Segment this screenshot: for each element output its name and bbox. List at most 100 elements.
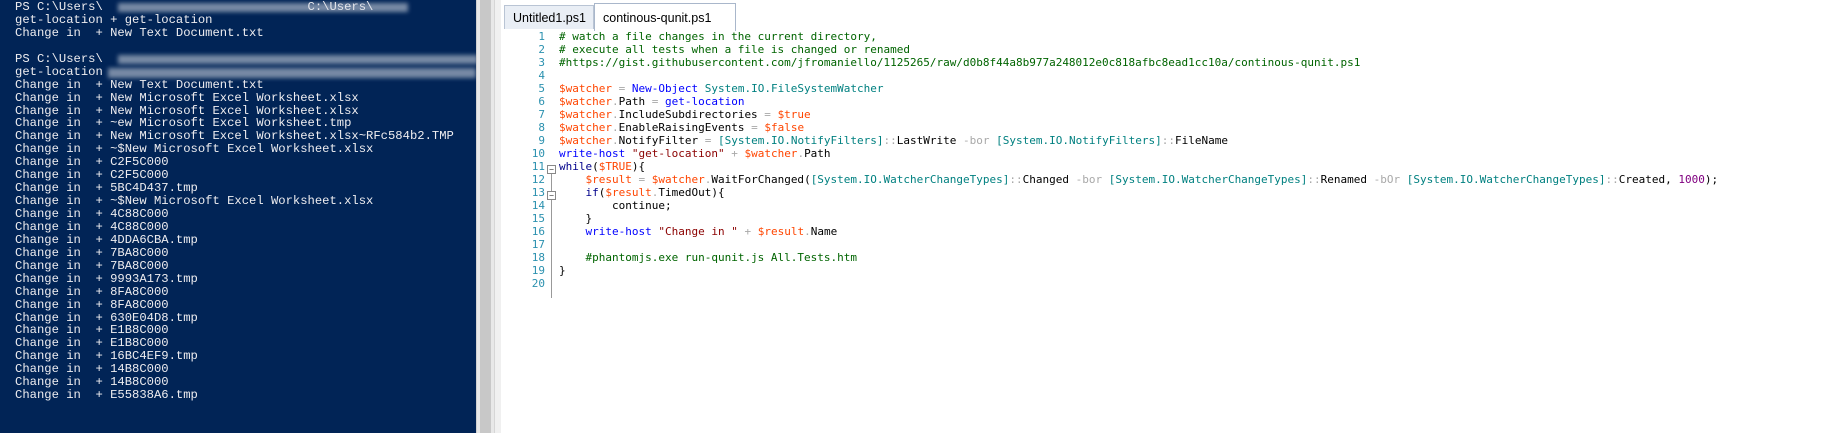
console-line: get-location + get-location	[15, 12, 213, 27]
tab-untitled1[interactable]: Untitled1.ps1	[504, 5, 594, 29]
code-token: -bor	[956, 134, 997, 147]
console-line: Change in + 8FA8C000	[15, 284, 169, 299]
code-token: [System.IO.NotifyFilters]	[996, 134, 1162, 147]
line-number: 5	[538, 82, 545, 95]
code-line: }	[559, 264, 1718, 277]
code-line: # watch a file changes in the current di…	[559, 30, 1718, 43]
code-line: # execute all tests when a file is chang…	[559, 43, 1718, 56]
code-token: -bOr	[1367, 173, 1407, 186]
powershell-console[interactable]: PS C:\Users\ C:\Users\get-location + get…	[0, 0, 476, 433]
line-number: 6	[538, 95, 545, 108]
tab-bar: Untitled1.ps1 continous-qunit.ps1✕	[501, 0, 1829, 54]
code-token: -bor	[1068, 173, 1109, 186]
code-token: Created	[1618, 173, 1666, 186]
code-token: $watcher	[559, 108, 612, 121]
code-line: if($result.TimedOut){	[559, 186, 1718, 199]
code-token: while	[559, 160, 593, 173]
script-editor: Untitled1.ps1 continous-qunit.ps1✕ 12345…	[501, 0, 1829, 433]
code-token: System.IO.FileSystemWatcher	[704, 82, 884, 95]
code-line: $watcher.NotifyFilter = [System.IO.Notif…	[559, 134, 1718, 147]
code-token: ::	[1161, 134, 1175, 147]
code-token: "get-location"	[631, 147, 725, 160]
code-line: $watcher.IncludeSubdirectories = $true	[559, 108, 1718, 121]
code-token: ::	[1009, 173, 1023, 186]
line-number: 8	[538, 121, 545, 134]
code-token: +	[724, 147, 745, 160]
minus-icon[interactable]: −	[547, 165, 556, 174]
code-area[interactable]: 1 2 3 4 5 6 7 8 9 10 11 12 13 14 15 16 17 18 19 20 − − # wa…	[501, 30, 1829, 433]
line-number: 17	[531, 238, 545, 251]
code-token: TimedOut	[658, 186, 712, 199]
code-token: [System.IO.WatcherChangeTypes]	[810, 173, 1010, 186]
code-token: New-Object	[631, 82, 699, 95]
line-number: 9	[538, 134, 545, 147]
line-number: 14	[531, 199, 545, 212]
code-line: continue;	[559, 199, 1718, 212]
line-numbers: 1 2 3 4 5 6 7 8 9 10 11 12 13 14 15 16 17 18 19 20	[515, 30, 545, 290]
code-token: $false	[764, 121, 805, 134]
line-number: 16	[531, 225, 545, 238]
line-number: 7	[538, 108, 545, 121]
code-token: (	[592, 160, 599, 173]
code-line: write-host "get-location" + $watcher.Pat…	[559, 147, 1718, 160]
code-line: $watcher.EnableRaisingEvents = $false	[559, 121, 1718, 134]
code-text[interactable]: # watch a file changes in the current di…	[559, 30, 1718, 290]
code-line: $watcher = New-Object System.IO.FileSyst…	[559, 82, 1718, 95]
code-token: [System.IO.WatcherChangeTypes]	[1108, 173, 1308, 186]
code-token: [System.IO.NotifyFilters]	[717, 134, 884, 147]
line-number: 10	[531, 147, 545, 160]
console-line: Change in + 4C88C000	[15, 219, 169, 234]
code-token: if	[585, 186, 599, 199]
line-number: 13	[531, 186, 545, 199]
code-token: (	[804, 173, 811, 186]
console-line: Change in + E55838A6.tmp	[15, 388, 198, 403]
code-token: ::	[883, 134, 897, 147]
code-token: LastWrite	[896, 134, 957, 147]
console-line: Change in + New Text Document.txt	[15, 25, 264, 40]
code-line: #https://gist.githubusercontent.com/jfro…	[559, 56, 1718, 69]
line-number: 18	[531, 251, 545, 264]
code-token: $result	[605, 186, 652, 199]
code-token: [System.IO.WatcherChangeTypes]	[1406, 173, 1606, 186]
console-scrollbar-thumb[interactable]	[480, 0, 491, 433]
redacted-path	[118, 3, 408, 12]
code-token: $result	[757, 225, 805, 238]
code-token: #https://gist.githubusercontent.com/jfro…	[559, 56, 1361, 69]
code-token: =	[645, 95, 665, 108]
line-number: 12	[531, 173, 545, 186]
code-token: continue	[611, 199, 665, 212]
code-token: =	[698, 134, 718, 147]
code-token: NotifyFilter	[618, 134, 699, 147]
code-token: $TRUE	[598, 160, 632, 173]
code-token: # watch a file changes in the current di…	[559, 30, 877, 43]
code-token: #phantomjs.exe run-qunit.js All.Tests.ht…	[585, 251, 858, 264]
console-line: Change in + New Microsoft Excel Workshee…	[15, 90, 359, 105]
code-token: $true	[777, 108, 811, 121]
console-line: Change in + 7BA8C000	[15, 245, 169, 260]
minus-icon[interactable]: −	[547, 191, 556, 200]
tab-continous-qunit[interactable]: continous-qunit.ps1✕	[594, 3, 736, 54]
code-line: while($TRUE){	[559, 160, 1718, 173]
line-number: 1	[538, 30, 545, 43]
line-number: 19	[531, 264, 545, 277]
console-line: Change in + 4DDA6CBA.tmp	[15, 232, 198, 247]
code-token: .	[611, 134, 619, 147]
code-token: );	[1704, 173, 1719, 186]
code-token: get-location	[664, 95, 745, 108]
console-line: Change in + 9993A173.tmp	[15, 271, 198, 286]
tab-label: continous-qunit.ps1	[603, 11, 712, 25]
code-token: $watcher	[651, 173, 705, 186]
console-scrollbar[interactable]	[476, 0, 495, 433]
line-number: 15	[531, 212, 545, 225]
code-token: .	[611, 108, 619, 121]
console-line: Change in + 4C88C000	[15, 207, 169, 221]
code-token: .	[611, 121, 619, 134]
code-token: $watcher	[559, 134, 612, 147]
code-token: WaitForChanged	[711, 173, 805, 186]
